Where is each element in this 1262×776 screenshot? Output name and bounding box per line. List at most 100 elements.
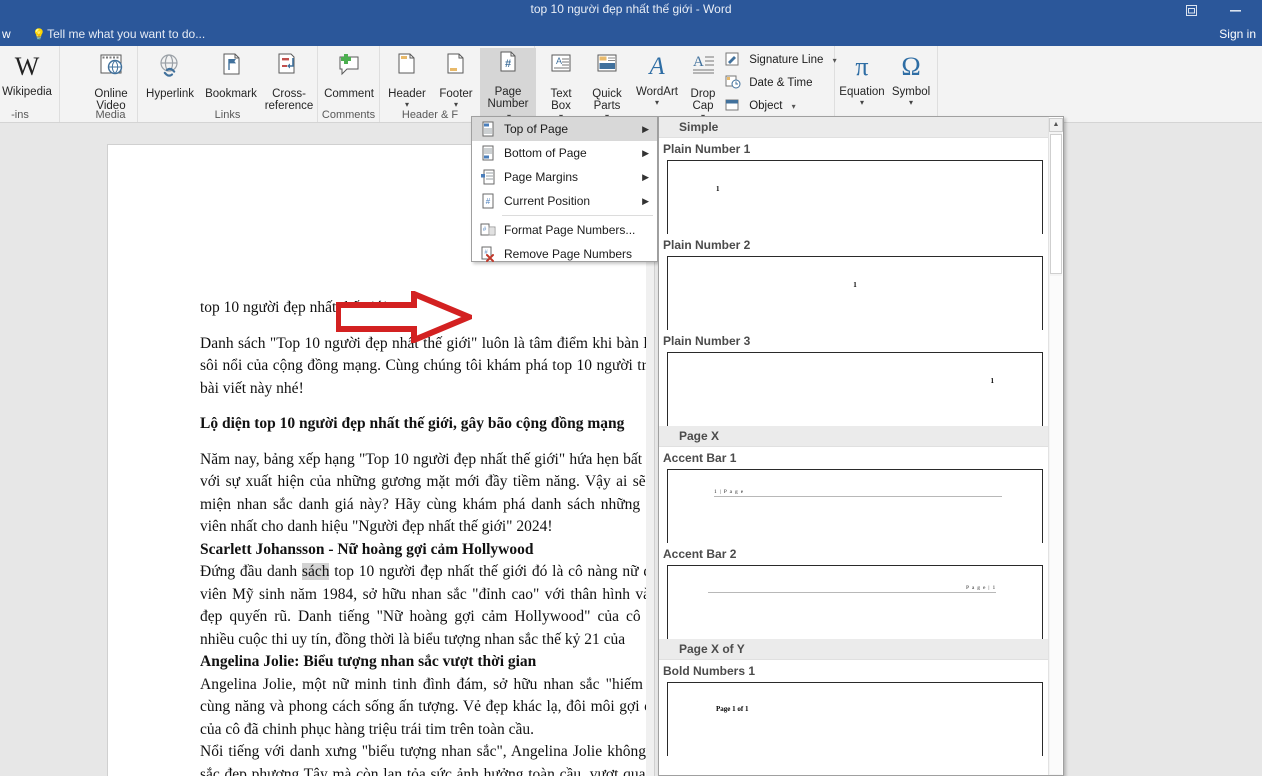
quick-parts-icon (583, 52, 631, 86)
gallery-item-preview[interactable]: 1 (667, 160, 1043, 234)
menu-item-label: Current Position (504, 194, 591, 208)
format-page-numbers-icon: # (480, 222, 496, 238)
gallery-scroll-track[interactable] (1050, 276, 1062, 774)
menu-item-top-of-page[interactable]: Top of Page ▶ (472, 117, 657, 141)
document-heading: Scarlett Johansson - Nữ hoàng gợi cảm Ho… (200, 540, 534, 558)
ribbon-group-header-footer: Header ▾ Footer ▾ # Page Number Header &… (380, 46, 536, 122)
gallery-item-name: Plain Number 2 (663, 238, 751, 252)
signature-line-button[interactable]: Signature Line ▾ (725, 50, 837, 70)
wordart-icon: A (649, 53, 665, 80)
window-title: top 10 người đẹp nhất thế giới - Word (530, 2, 732, 16)
page-number-button[interactable]: # Page Number ▾ (480, 48, 536, 122)
page-number-gallery[interactable]: Simple Plain Number 1 1 Plain Number 2 1 Plai… (658, 116, 1064, 776)
gallery-scroll-thumb[interactable] (1050, 134, 1062, 274)
group-label-media: Media (95, 109, 126, 121)
text-box-button[interactable]: A Text Box ▾ (539, 50, 583, 121)
document-paragraph: Năm nay, bảng xếp hạng "Top 10 người đẹp… (200, 450, 654, 536)
gallery-category-heading: Simple (659, 117, 1049, 138)
symbol-button[interactable]: Ω Symbol ▾ (887, 50, 935, 107)
ribbon-group-links: Hyperlink Bookmark Cross- reference Link… (138, 46, 318, 122)
header-button[interactable]: Header ▾ (382, 50, 432, 109)
chevron-down-icon[interactable]: ▾ (792, 102, 796, 111)
hyperlink-button[interactable]: Hyperlink (140, 50, 200, 100)
gallery-item-preview[interactable]: 1 (667, 256, 1043, 330)
document-paragraph: Danh sách "Top 10 người đẹp nhất thế giớ… (200, 334, 654, 397)
document-heading: Lộ diện top 10 người đẹp nhất thế giới, … (200, 415, 625, 432)
wikipedia-icon: W (14, 52, 40, 81)
menu-item-page-margins[interactable]: Page Margins ▶ (472, 165, 657, 189)
gallery-item-name: Plain Number 1 (663, 142, 751, 156)
comment-button[interactable]: Comment (320, 50, 378, 100)
text-box-icon: A (539, 52, 583, 86)
quick-parts-button[interactable]: Quick Parts ▾ (583, 50, 631, 121)
online-video-button[interactable]: Online Video (86, 50, 136, 112)
group-label-comments: Comments (321, 109, 376, 121)
online-video-icon (86, 52, 136, 86)
preview-accent-bar (708, 592, 996, 593)
preview-page-number: 1 (990, 377, 995, 385)
gallery-item-preview[interactable]: P a g e | 1 (667, 565, 1043, 639)
menu-item-format-page-numbers[interactable]: # Format Page Numbers... (472, 218, 657, 242)
menu-item-label: Page Margins (504, 170, 579, 184)
date-time-button[interactable]: Date & Time (725, 73, 812, 93)
svg-text:#: # (505, 58, 511, 70)
restore-window-icon[interactable] (1178, 0, 1204, 22)
gallery-item-name: Plain Number 3 (663, 334, 751, 348)
menu-item-remove-page-numbers[interactable]: # Remove Page Numbers (472, 242, 657, 266)
gallery-item-preview[interactable]: 1 | P a g e (667, 469, 1043, 543)
lightbulb-icon: 💡 (32, 29, 46, 41)
gallery-item-preview[interactable]: 1 (667, 352, 1043, 426)
document-paragraph: Nổi tiếng với danh xưng "biểu tượng nhan… (200, 743, 654, 776)
header-icon (382, 52, 432, 86)
hyperlink-icon (140, 52, 200, 86)
cross-reference-button[interactable]: Cross- reference (262, 50, 316, 112)
tell-me-placeholder: Tell me what you want to do... (47, 27, 206, 41)
menu-item-label: Top of Page (504, 122, 569, 136)
current-position-icon: # (480, 193, 496, 209)
menu-item-label: Remove Page Numbers (504, 247, 633, 261)
preview-page-number: 1 (716, 185, 720, 193)
gallery-scrollbar[interactable]: ▲ (1048, 118, 1063, 775)
drop-cap-button[interactable]: A Drop Cap ▾ (683, 50, 723, 121)
title-bar: top 10 người đẹp nhất thế giới - Word (0, 0, 1262, 22)
signature-line-icon (725, 52, 743, 68)
svg-text:A: A (556, 56, 562, 66)
minimize-icon[interactable] (1222, 0, 1248, 22)
tab-view[interactable]: w (0, 22, 11, 46)
equation-button[interactable]: π Equation ▾ (837, 50, 887, 107)
wikipedia-button[interactable]: W Wikipedia (0, 50, 58, 98)
object-icon (725, 98, 743, 114)
menu-item-current-position[interactable]: # Current Position ▶ (472, 189, 657, 213)
document-body[interactable]: top 10 người đẹp nhất thế giới Danh sách … (200, 297, 654, 776)
menu-item-bottom-of-page[interactable]: Bottom of Page ▶ (472, 141, 657, 165)
ribbon-group-symbols: π Equation ▾ Ω Symbol ▾ (835, 46, 938, 122)
page-number-dropdown-menu[interactable]: Top of Page ▶ Bottom of Page ▶ Page Marg… (471, 116, 658, 262)
page-number-icon: # (480, 50, 536, 84)
object-button[interactable]: Object ▾ (725, 96, 796, 116)
selected-text[interactable]: sách (301, 563, 330, 580)
tell-me-search[interactable]: 💡 Tell me what you want to do... (32, 22, 205, 46)
date-time-label: Date & Time (749, 77, 813, 89)
object-label: Object (749, 100, 783, 112)
page-margins-icon (480, 169, 496, 185)
gallery-item-preview[interactable]: Page 1 of 1 (667, 682, 1043, 756)
top-of-page-icon (480, 121, 496, 137)
preview-page-number: 1 | P a g e (714, 489, 745, 495)
chevron-down-icon: ▾ (404, 100, 409, 109)
wordart-button[interactable]: A WordArt ▾ (631, 50, 683, 107)
bookmark-button[interactable]: Bookmark (198, 50, 264, 100)
chevron-down-icon: ▾ (654, 98, 659, 107)
ribbon-group-add-ins: s ▾ W Wikipedia -ins (0, 46, 60, 122)
scroll-up-arrow-icon[interactable]: ▲ (1049, 118, 1063, 132)
cross-reference-icon (262, 52, 316, 86)
chevron-right-icon: ▶ (642, 196, 649, 206)
footer-icon (432, 52, 480, 86)
svg-text:A: A (693, 54, 704, 70)
sign-in-link[interactable]: Sign in (1219, 22, 1256, 46)
bookmark-icon (198, 52, 264, 86)
date-time-icon (725, 75, 743, 91)
footer-button[interactable]: Footer ▾ (432, 50, 480, 109)
preview-page-number: Page 1 of 1 (716, 705, 749, 713)
